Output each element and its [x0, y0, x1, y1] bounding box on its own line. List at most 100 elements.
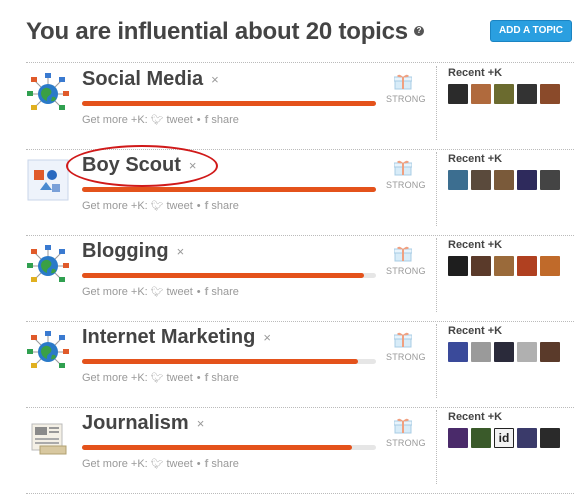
twitter-icon[interactable]: 🐦︎: [151, 459, 164, 470]
avatar[interactable]: [494, 256, 514, 276]
avatar[interactable]: [517, 428, 537, 448]
separator: •: [196, 286, 201, 298]
separator: •: [196, 200, 201, 212]
tweet-link[interactable]: tweet: [167, 200, 193, 212]
facebook-icon[interactable]: f: [205, 114, 209, 126]
influence-bar-fill: [82, 359, 359, 364]
avatar[interactable]: [494, 170, 514, 190]
twitter-icon[interactable]: 🐦︎: [151, 373, 164, 384]
newspaper-icon: [26, 416, 70, 460]
share-row: Get more +K: 🐦︎ tweet • f share: [82, 200, 239, 212]
avatar[interactable]: [448, 256, 468, 276]
globe-network-icon: [26, 72, 70, 116]
recent-avatars: [448, 342, 570, 362]
topic-row: Journalism × Get more +K: 🐦︎ tweet • f share ST…: [26, 408, 574, 494]
avatar[interactable]: [471, 256, 491, 276]
avatar[interactable]: [540, 428, 560, 448]
facebook-icon[interactable]: f: [205, 200, 209, 212]
topic-name[interactable]: Internet Marketing ×: [82, 326, 271, 349]
recent-avatars: id: [448, 428, 570, 448]
influence-bar-fill: [82, 187, 376, 192]
avatar[interactable]: [517, 342, 537, 362]
avatar[interactable]: [448, 84, 468, 104]
avatar[interactable]: [517, 84, 537, 104]
gift-icon[interactable]: [393, 246, 413, 262]
recent-avatars: [448, 256, 570, 276]
tweet-link[interactable]: tweet: [167, 458, 193, 470]
topic-name-text[interactable]: Journalism: [82, 412, 189, 434]
avatar[interactable]: [471, 170, 491, 190]
gift-icon[interactable]: [393, 332, 413, 348]
influence-bar-fill: [82, 445, 353, 450]
facebook-icon[interactable]: f: [205, 458, 209, 470]
recent-avatars: [448, 170, 570, 190]
question-icon[interactable]: ?: [413, 25, 424, 36]
separator: •: [196, 458, 201, 470]
get-more-label: Get more +K:: [82, 200, 148, 212]
avatar[interactable]: [540, 84, 560, 104]
influence-bar: [82, 101, 376, 106]
strength-label: STRONG: [386, 94, 426, 104]
header-divider: [26, 62, 574, 63]
twitter-icon[interactable]: 🐦︎: [151, 287, 164, 298]
avatar[interactable]: [517, 256, 537, 276]
strength-label: STRONG: [386, 352, 426, 362]
column-divider: [436, 410, 437, 484]
topic-name[interactable]: Blogging ×: [82, 240, 184, 263]
topic-name[interactable]: Journalism ×: [82, 412, 204, 435]
topic-row: Social Media × Get more +K: 🐦︎ tweet • f share…: [26, 64, 574, 150]
add-topic-button[interactable]: ADD A TOPIC: [490, 20, 572, 42]
avatar[interactable]: [448, 170, 468, 190]
avatar[interactable]: [448, 428, 468, 448]
share-link[interactable]: share: [211, 458, 239, 470]
column-divider: [436, 66, 437, 140]
remove-topic-icon[interactable]: ×: [177, 244, 185, 259]
gift-icon[interactable]: [393, 160, 413, 176]
topic-name[interactable]: Social Media ×: [82, 68, 219, 91]
page-title: You are influential about 20 topics?: [26, 18, 424, 46]
avatar[interactable]: [540, 170, 560, 190]
influence-bar: [82, 445, 376, 450]
avatar[interactable]: [494, 342, 514, 362]
twitter-icon[interactable]: 🐦︎: [151, 201, 164, 212]
recent-k-label: Recent +K: [448, 411, 503, 423]
facebook-icon[interactable]: f: [205, 372, 209, 384]
twitter-icon[interactable]: 🐦︎: [151, 115, 164, 126]
avatar[interactable]: [448, 342, 468, 362]
remove-topic-icon[interactable]: ×: [263, 330, 271, 345]
tweet-link[interactable]: tweet: [167, 372, 193, 384]
separator: •: [196, 114, 201, 126]
topic-row: Internet Marketing × Get more +K: 🐦︎ tweet •…: [26, 322, 574, 408]
recent-k-label: Recent +K: [448, 239, 503, 251]
avatar[interactable]: [471, 428, 491, 448]
share-link[interactable]: share: [211, 114, 239, 126]
strength-label: STRONG: [386, 266, 426, 276]
remove-topic-icon[interactable]: ×: [197, 416, 205, 431]
avatar[interactable]: id: [494, 428, 514, 448]
share-link[interactable]: share: [211, 200, 239, 212]
influence-bar: [82, 273, 376, 278]
topic-name-text[interactable]: Blogging: [82, 240, 169, 262]
get-more-label: Get more +K:: [82, 372, 148, 384]
tweet-link[interactable]: tweet: [167, 286, 193, 298]
tweet-link[interactable]: tweet: [167, 114, 193, 126]
share-row: Get more +K: 🐦︎ tweet • f share: [82, 372, 239, 384]
strength-label: STRONG: [386, 180, 426, 190]
avatar[interactable]: [540, 256, 560, 276]
share-link[interactable]: share: [211, 372, 239, 384]
facebook-icon[interactable]: f: [205, 286, 209, 298]
globe-network-icon: [26, 330, 70, 374]
topic-name-text[interactable]: Internet Marketing: [82, 326, 255, 348]
avatar[interactable]: [494, 84, 514, 104]
influence-bar: [82, 359, 376, 364]
page-title-text: You are influential about 20 topics: [26, 18, 408, 45]
remove-topic-icon[interactable]: ×: [211, 72, 219, 87]
avatar[interactable]: [517, 170, 537, 190]
avatar[interactable]: [471, 342, 491, 362]
share-link[interactable]: share: [211, 286, 239, 298]
avatar[interactable]: [471, 84, 491, 104]
gift-icon[interactable]: [393, 418, 413, 434]
gift-icon[interactable]: [393, 74, 413, 90]
avatar[interactable]: [540, 342, 560, 362]
topic-name-text[interactable]: Social Media: [82, 68, 203, 90]
